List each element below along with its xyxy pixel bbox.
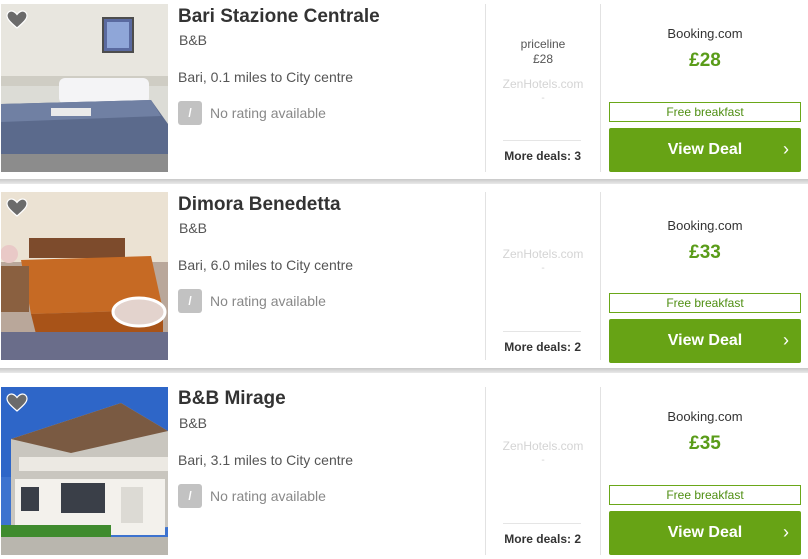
hotel-card: Bari Stazione Centrale B&B Bari, 0.1 mil… (0, 0, 808, 179)
hotel-photo[interactable] (1, 387, 168, 555)
rating-text: No rating available (210, 293, 326, 309)
hotel-name[interactable]: B&B Mirage (178, 388, 286, 410)
hotel-type: B&B (179, 220, 208, 236)
more-deals-link[interactable]: More deals: 2 (486, 532, 581, 546)
hotel-distance: Bari, 6.0 miles to City centre (178, 257, 354, 273)
more-deals-link[interactable]: More deals: 3 (486, 149, 581, 163)
best-deal-provider: Booking.com (667, 409, 743, 424)
divider (503, 140, 581, 141)
view-deal-button[interactable]: View Deal › (609, 319, 801, 363)
deal-provider-name[interactable]: ZenHotels.com (486, 247, 600, 261)
card-separator (0, 179, 808, 184)
divider (485, 192, 486, 360)
hotel-type: B&B (179, 415, 208, 431)
chevron-right-icon: › (783, 330, 789, 350)
view-deal-label: View Deal (667, 524, 743, 541)
favorite-heart-icon[interactable] (6, 10, 28, 30)
hotel-photo[interactable] (1, 192, 168, 360)
hotel-name[interactable]: Dimora Benedetta (178, 194, 341, 216)
deal-provider-price: - (541, 263, 545, 274)
hotel-card: B&B Mirage B&B Bari, 3.1 miles to City c… (0, 379, 808, 559)
rating-text: No rating available (210, 488, 326, 504)
view-deal-button[interactable]: View Deal › (609, 511, 801, 555)
rating-badge: / (178, 101, 202, 125)
deal-provider-price[interactable]: £28 (486, 52, 600, 66)
more-deals-link[interactable]: More deals: 2 (486, 340, 581, 354)
card-separator (0, 368, 808, 373)
favorite-heart-icon[interactable] (6, 393, 28, 413)
free-breakfast-tag: Free breakfast (609, 293, 801, 313)
rating-badge: / (178, 484, 202, 508)
chevron-right-icon: › (783, 139, 789, 159)
divider (600, 192, 601, 360)
hotel-card: Dimora Benedetta B&B Bari, 6.0 miles to … (0, 188, 808, 366)
deal-provider-price: - (541, 455, 545, 466)
divider (600, 4, 601, 172)
favorite-heart-icon[interactable] (6, 198, 28, 218)
deal-provider-name[interactable]: ZenHotels.com (486, 439, 600, 453)
chevron-right-icon: › (783, 522, 789, 542)
best-deal-price[interactable]: £33 (606, 242, 804, 264)
view-deal-label: View Deal (667, 141, 743, 158)
hotel-distance: Bari, 3.1 miles to City centre (178, 452, 354, 468)
best-deal-price[interactable]: £28 (606, 50, 804, 72)
free-breakfast-tag: Free breakfast (609, 485, 801, 505)
hotel-type: B&B (179, 32, 208, 48)
divider (600, 387, 601, 555)
rating-text: No rating available (210, 105, 326, 121)
free-breakfast-tag: Free breakfast (609, 102, 801, 122)
deal-provider-name[interactable]: ZenHotels.com (486, 77, 600, 91)
view-deal-button[interactable]: View Deal › (609, 128, 801, 172)
hotel-distance: Bari, 0.1 miles to City centre (178, 69, 354, 85)
rating-badge: / (178, 289, 202, 313)
divider (503, 523, 581, 524)
divider (485, 387, 486, 555)
view-deal-label: View Deal (667, 332, 743, 349)
best-deal-provider: Booking.com (667, 218, 743, 233)
hotel-photo[interactable] (1, 4, 168, 172)
divider (503, 331, 581, 332)
best-deal-price[interactable]: £35 (606, 433, 804, 455)
deal-provider-name[interactable]: priceline (486, 37, 600, 51)
hotel-name[interactable]: Bari Stazione Centrale (178, 6, 380, 28)
best-deal-provider: Booking.com (667, 26, 743, 41)
deal-provider-price: - (541, 93, 545, 104)
